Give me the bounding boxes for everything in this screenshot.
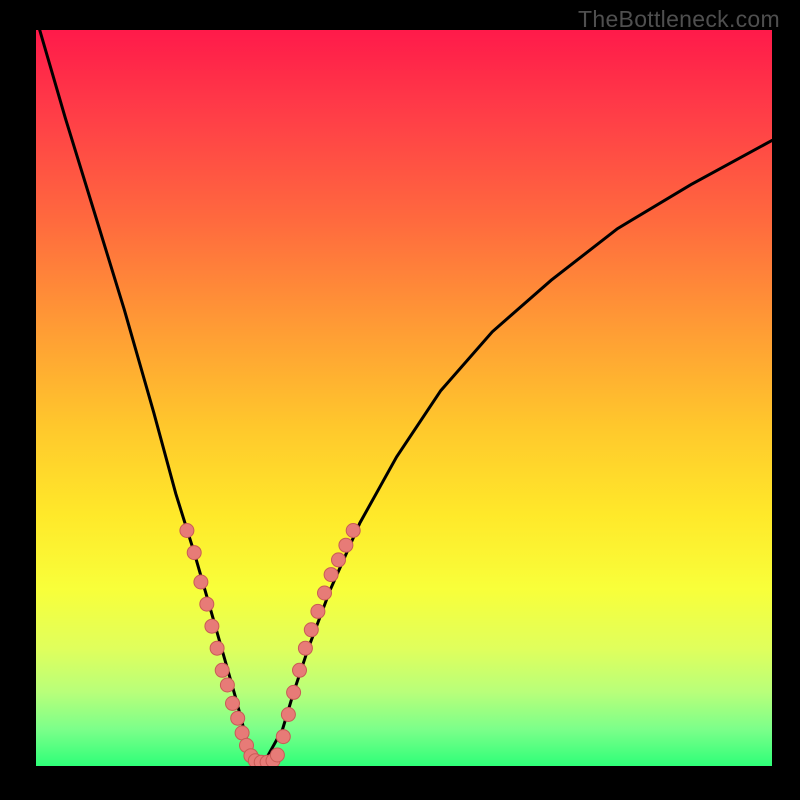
- data-point: [270, 748, 284, 762]
- chart-frame: TheBottleneck.com: [0, 0, 800, 800]
- data-point: [298, 641, 312, 655]
- data-point: [339, 538, 353, 552]
- data-point: [210, 641, 224, 655]
- plot-area: [36, 30, 772, 766]
- bottleneck-curve: [40, 30, 772, 762]
- data-point: [332, 553, 346, 567]
- data-point: [200, 597, 214, 611]
- data-point: [324, 568, 338, 582]
- data-point: [346, 524, 360, 538]
- data-point: [304, 623, 318, 637]
- chart-svg: [36, 30, 772, 766]
- data-point: [311, 604, 325, 618]
- data-point: [194, 575, 208, 589]
- data-point: [293, 663, 307, 677]
- data-point: [281, 708, 295, 722]
- data-point: [215, 663, 229, 677]
- data-points: [180, 524, 360, 767]
- data-point: [276, 730, 290, 744]
- data-point: [205, 619, 219, 633]
- data-point: [187, 546, 201, 560]
- data-point: [220, 678, 234, 692]
- data-point: [318, 586, 332, 600]
- data-point: [226, 696, 240, 710]
- data-point: [231, 711, 245, 725]
- data-point: [235, 726, 249, 740]
- watermark-text: TheBottleneck.com: [578, 6, 780, 33]
- data-point: [287, 685, 301, 699]
- data-point: [180, 524, 194, 538]
